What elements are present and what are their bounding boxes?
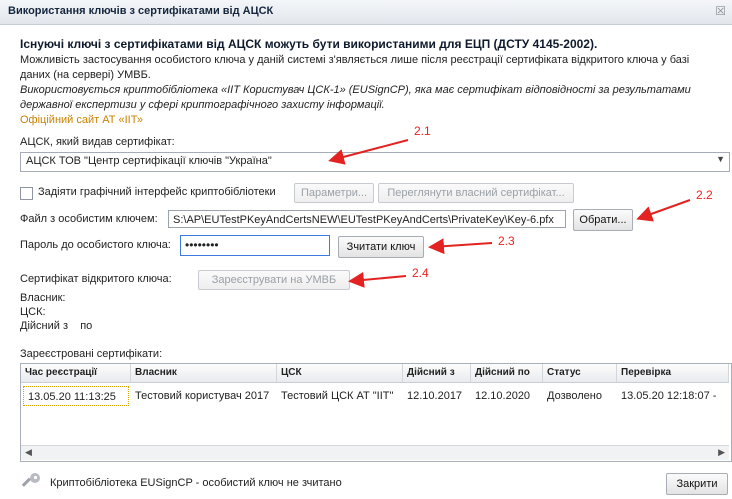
annotation-label-2-3: 2.3 <box>498 234 515 248</box>
cell-check: 13.05.20 12:18:07 - <box>621 390 717 402</box>
cell-status: Дозволено <box>547 390 602 402</box>
info-line-1: Можливість застосування особистого ключа… <box>20 54 690 66</box>
register-button[interactable]: Зареєструвати на УМВБ <box>198 270 350 290</box>
annotation-label-2-4: 2.4 <box>412 266 429 280</box>
cell-valid-from: 12.10.2017 <box>407 390 463 402</box>
info-line-2: даних (на сервері) УМВБ. <box>20 69 151 81</box>
browse-button[interactable]: Обрати... <box>573 209 633 231</box>
title-bar: Використання ключів з сертифікатами від … <box>0 0 732 25</box>
col-valid-from[interactable]: Дійсний з <box>403 364 471 382</box>
key-file-label: Файл з особистим ключем: <box>20 213 158 225</box>
registered-label: Зареєстровані сертифікати: <box>20 348 163 360</box>
password-label: Пароль до особистого ключа: <box>20 239 171 251</box>
key-icon <box>22 473 40 487</box>
ca-label: АЦСК, який видав сертифікат: <box>20 136 175 148</box>
cell-valid-to: 12.10.2020 <box>475 390 531 402</box>
ca-select[interactable]: АЦСК ТОВ "Центр сертифікації ключів "Укр… <box>20 152 730 172</box>
valid-range-label: Дійсний з по <box>20 320 93 332</box>
col-csk[interactable]: ЦСК <box>277 364 403 382</box>
annotation-arrow-2-3 <box>428 238 493 255</box>
crypto-gui-checkbox[interactable] <box>20 187 33 200</box>
cell-reg-time: 13.05.20 11:13:25 <box>23 386 129 406</box>
info-heading: Існуючі ключі з сертифікатами від АЦСК м… <box>20 37 598 51</box>
chevron-down-icon[interactable]: ▼ <box>716 154 725 164</box>
view-own-cert-button[interactable]: Переглянути власний сертифікат... <box>378 183 574 203</box>
window-title: Використання ключів з сертифікатами від … <box>8 5 274 17</box>
ca-select-value: АЦСК ТОВ "Центр сертифікації ключів "Укр… <box>26 155 272 167</box>
col-status[interactable]: Статус <box>543 364 617 382</box>
key-file-field[interactable]: S:\AP\EUTestPKeyAndCertsNEW\EUTestPKeyAn… <box>168 210 566 228</box>
col-owner[interactable]: Власник <box>131 364 277 382</box>
official-site-link[interactable]: Офіційний сайт АТ «ІІТ» <box>20 113 143 128</box>
params-button[interactable]: Параметри... <box>294 183 374 203</box>
status-text: Криптобібліотека EUSignCP - особистий кл… <box>50 477 342 489</box>
scroll-left-icon[interactable]: ◀ <box>25 447 32 458</box>
password-field[interactable]: •••••••• <box>180 235 330 256</box>
annotation-label-2-2: 2.2 <box>696 188 713 202</box>
grid-header: Час реєстрації Власник ЦСК Дійсний з Дій… <box>21 364 729 383</box>
annotation-label-2-1: 2.1 <box>414 124 431 138</box>
footer: Криптобібліотека EUSignCP - особистий кл… <box>0 466 732 499</box>
annotation-arrow-2-2 <box>636 199 691 222</box>
read-key-button[interactable]: Зчитати ключ <box>338 236 424 258</box>
crypto-gui-label: Задіяти графічний інтерфейс криптобібліо… <box>38 186 276 198</box>
annotation-arrow-2-4 <box>348 271 407 288</box>
scroll-right-icon[interactable]: ▶ <box>718 447 725 458</box>
close-icon[interactable]: ☒ <box>715 4 726 18</box>
col-reg-time[interactable]: Час реєстрації <box>21 364 131 382</box>
close-button[interactable]: Закрити <box>666 473 728 495</box>
col-valid-to[interactable]: Дійсний по <box>471 364 543 382</box>
owner-label: Власник: <box>20 292 66 304</box>
horizontal-scrollbar[interactable]: ◀ ▶ <box>21 445 729 460</box>
info-line-4: державної експертизи у сфері криптографі… <box>20 99 385 111</box>
col-check[interactable]: Перевірка <box>617 364 729 382</box>
cert-label: Сертифікат відкритого ключа: <box>20 273 172 285</box>
cell-csk: Тестовий ЦСК АТ "ІІТ" <box>281 390 394 402</box>
csk-label: ЦСК: <box>20 306 46 318</box>
table-row[interactable]: 13.05.20 11:13:25 Тестовий користувач 20… <box>21 386 729 406</box>
cell-owner: Тестовий користувач 2017 <box>135 390 270 402</box>
info-line-3: Використовується криптобібліотека «ІІТ К… <box>20 84 691 96</box>
registered-grid: Час реєстрації Власник ЦСК Дійсний з Дій… <box>20 363 732 462</box>
